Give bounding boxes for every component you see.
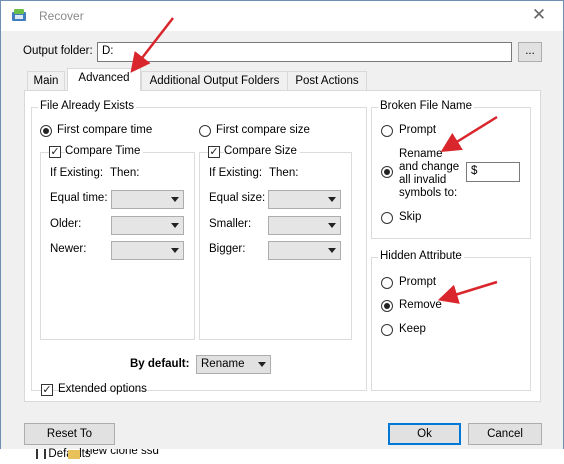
file-already-exists-group: File Already Exists First compare time ✓… [31, 100, 367, 396]
first-compare-size-label: First compare size [216, 124, 310, 136]
broken-file-name-title: Broken File Name [378, 100, 475, 112]
broken-rename-label: Rename and change all invalid symbols to… [399, 148, 459, 200]
chevron-down-icon [328, 248, 336, 253]
compare-time-label: Compare Time [65, 145, 144, 157]
tree-line [36, 449, 38, 459]
tab-main[interactable]: Main [27, 71, 65, 90]
first-compare-size-radio[interactable] [199, 125, 211, 137]
chevron-down-icon [171, 223, 179, 228]
older-label: Older: [50, 218, 82, 230]
compare-time-group: ✓ Compare Time If Existing: Then: Equal … [40, 145, 195, 340]
bigger-label: Bigger: [209, 243, 246, 255]
reset-to-defaults-button[interactable]: Reset To Defaults [24, 423, 115, 460]
browse-button[interactable]: ... [518, 42, 542, 62]
broken-skip-label: Skip [399, 211, 422, 223]
hidden-attribute-group: Hidden Attribute Prompt Remove Keep [371, 250, 531, 391]
recover-dialog: Recover ✕ Output folder: D: ... Main Adv… [0, 0, 564, 460]
invalid-symbol-input[interactable]: $ [466, 162, 520, 182]
rename-line-2: and change [399, 161, 460, 173]
title-bar: Recover ✕ [1, 1, 563, 31]
smaller-dropdown[interactable] [268, 216, 341, 235]
advanced-tab-panel: File Already Exists First compare time ✓… [24, 90, 541, 402]
smaller-label: Smaller: [209, 218, 252, 230]
output-folder-label: Output folder: [23, 45, 93, 57]
tree-line [44, 449, 46, 459]
file-already-exists-title: File Already Exists [38, 100, 136, 112]
cancel-button[interactable]: Cancel [468, 423, 542, 445]
background-item-label: new clone ssd [86, 449, 159, 457]
equal-size-dropdown[interactable] [268, 190, 341, 209]
hidden-prompt-label: Prompt [399, 276, 437, 288]
if-existing-label: If Existing: [209, 167, 263, 179]
ok-button[interactable]: Ok [388, 423, 461, 445]
newer-label: Newer: [50, 243, 87, 255]
older-dropdown[interactable] [111, 216, 184, 235]
chevron-down-icon [171, 248, 179, 253]
broken-rename-radio[interactable] [381, 166, 393, 178]
rename-line-1: Rename [399, 148, 443, 160]
app-icon [12, 9, 26, 21]
by-default-value: Rename [201, 358, 245, 370]
chevron-down-icon [328, 197, 336, 202]
first-compare-time-radio[interactable] [40, 125, 52, 137]
broken-file-name-group: Broken File Name Prompt Rename and chang… [371, 100, 531, 239]
compare-time-checkbox[interactable]: ✓ [49, 146, 61, 158]
newer-dropdown[interactable] [111, 241, 184, 260]
extended-options-label: Extended options [58, 383, 147, 395]
chevron-down-icon [258, 362, 266, 367]
equal-time-label: Equal time: [50, 192, 108, 204]
rename-line-4: symbols to: [399, 187, 458, 199]
dialog-client-area: Output folder: D: ... Main Advanced Addi… [1, 31, 563, 460]
extended-options-checkbox[interactable]: ✓ [41, 384, 53, 396]
compare-size-group: ✓ Compare Size If Existing: Then: Equal … [199, 145, 352, 340]
tab-advanced[interactable]: Advanced [67, 68, 141, 91]
broken-prompt-label: Prompt [399, 124, 437, 136]
then-label: Then: [269, 167, 299, 179]
compare-size-checkbox[interactable]: ✓ [208, 146, 220, 158]
output-folder-input[interactable]: D: [97, 42, 512, 62]
chevron-down-icon [171, 197, 179, 202]
broken-skip-radio[interactable] [381, 212, 393, 224]
tab-additional-output-folders[interactable]: Additional Output Folders [141, 71, 288, 90]
folder-icon [68, 450, 80, 459]
hidden-attribute-title: Hidden Attribute [378, 250, 464, 262]
broken-prompt-radio[interactable] [381, 125, 393, 137]
compare-size-label: Compare Size [224, 145, 300, 157]
hidden-keep-label: Keep [399, 323, 426, 335]
then-label: Then: [110, 167, 140, 179]
equal-time-dropdown[interactable] [111, 190, 184, 209]
close-icon[interactable]: ✕ [529, 5, 549, 25]
chevron-down-icon [328, 223, 336, 228]
tab-post-actions[interactable]: Post Actions [287, 71, 367, 90]
hidden-keep-radio[interactable] [381, 324, 393, 336]
by-default-label: By default: [130, 358, 190, 370]
hidden-remove-radio[interactable] [381, 300, 393, 312]
hidden-prompt-radio[interactable] [381, 277, 393, 289]
by-default-dropdown[interactable]: Rename [196, 355, 271, 374]
equal-size-label: Equal size: [209, 192, 266, 204]
hidden-remove-label: Remove [399, 299, 442, 311]
window-title: Recover [39, 9, 84, 23]
background-explorer-row: new clone ssd [30, 449, 330, 459]
bigger-dropdown[interactable] [268, 241, 341, 260]
first-compare-time-label: First compare time [57, 124, 153, 136]
rename-line-3: all invalid [399, 174, 447, 186]
if-existing-label: If Existing: [50, 167, 104, 179]
